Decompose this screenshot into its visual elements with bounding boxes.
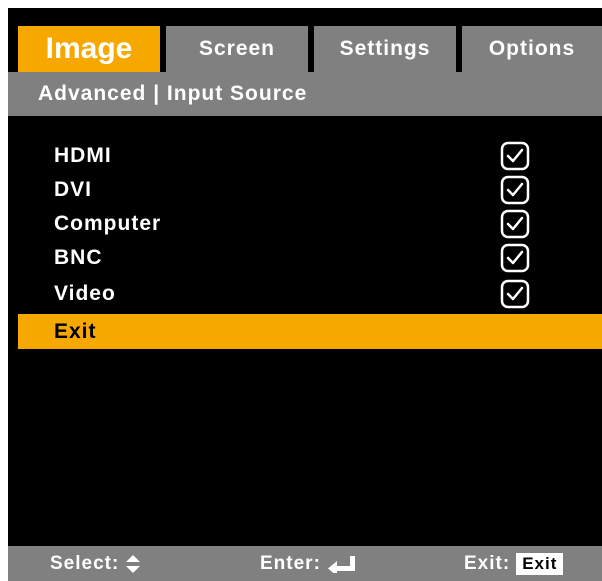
- source-label: HDMI: [54, 144, 112, 167]
- tab-bar: Image Screen Settings Options: [8, 8, 602, 72]
- enter-key-icon: [327, 556, 355, 573]
- osd-menu: Image Screen Settings Options Advanced |…: [8, 8, 602, 581]
- tab-screen[interactable]: Screen: [166, 26, 308, 72]
- source-item-bnc[interactable]: BNC: [8, 240, 602, 275]
- source-label: DVI: [54, 178, 93, 201]
- checkbox-checked-icon[interactable]: [500, 279, 530, 309]
- up-down-arrows-icon: [126, 555, 141, 573]
- checkbox-checked-icon[interactable]: [500, 141, 530, 171]
- source-label: BNC: [54, 246, 103, 269]
- exit-menu-item[interactable]: Exit: [18, 314, 602, 349]
- source-item-hdmi[interactable]: HDMI: [8, 138, 602, 173]
- exit-hint: Exit: Exit: [464, 553, 564, 575]
- source-item-computer[interactable]: Computer: [8, 206, 602, 241]
- checkbox-checked-icon[interactable]: [500, 243, 530, 273]
- footer-hints: Select: Enter: Exit: Exit: [8, 546, 602, 581]
- source-label: Computer: [54, 212, 162, 235]
- checkbox-checked-icon[interactable]: [500, 175, 530, 205]
- exit-hint-label: Exit:: [464, 553, 511, 574]
- exit-key-badge: Exit: [516, 553, 564, 575]
- source-item-video[interactable]: Video: [8, 276, 602, 311]
- tab-settings[interactable]: Settings: [314, 26, 456, 72]
- tab-options[interactable]: Options: [462, 26, 602, 72]
- breadcrumb: Advanced | Input Source: [38, 82, 308, 105]
- enter-hint: Enter:: [260, 553, 357, 575]
- enter-hint-label: Enter:: [260, 553, 321, 574]
- checkbox-checked-icon[interactable]: [500, 209, 530, 239]
- source-label: Video: [54, 282, 116, 305]
- select-hint-label: Select:: [50, 553, 120, 574]
- tab-image[interactable]: Image: [18, 26, 160, 72]
- select-hint: Select:: [50, 553, 141, 575]
- exit-label: Exit: [54, 320, 97, 343]
- source-item-dvi[interactable]: DVI: [8, 172, 602, 207]
- submenu-header: Advanced | Input Source: [8, 72, 602, 116]
